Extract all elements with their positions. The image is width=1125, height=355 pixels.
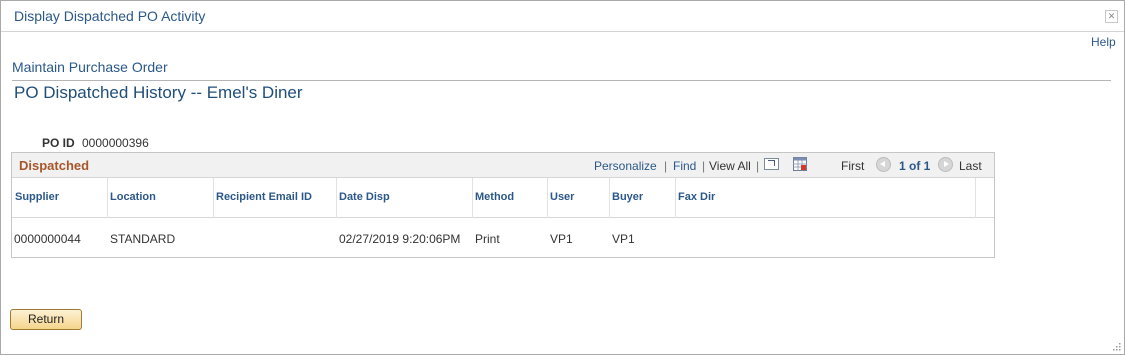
download-icon[interactable] <box>793 157 807 171</box>
close-icon[interactable]: ✕ <box>1105 10 1118 23</box>
divider <box>12 80 1111 81</box>
po-id-value: 0000000396 <box>82 136 149 150</box>
view-all-link[interactable]: View All <box>709 159 751 173</box>
col-buyer: Buyer <box>612 191 644 203</box>
title-bar: Display Dispatched PO Activity ✕ <box>1 1 1124 32</box>
cell-location: STANDARD <box>110 232 176 246</box>
grid-title: Dispatched <box>19 158 90 173</box>
grid-header: Dispatched Personalize | Find | View All… <box>12 153 994 178</box>
resize-grip-icon[interactable] <box>1113 343 1121 351</box>
find-link[interactable]: Find <box>673 159 696 173</box>
window-title: Display Dispatched PO Activity <box>14 8 206 24</box>
return-button[interactable]: Return <box>10 309 82 330</box>
col-date-disp: Date Disp <box>339 191 390 203</box>
modal-window: Display Dispatched PO Activity ✕ Help Ma… <box>0 0 1125 355</box>
help-link[interactable]: Help <box>1091 35 1116 49</box>
cell-supplier: 0000000044 <box>14 232 81 246</box>
cell-user: VP1 <box>550 232 573 246</box>
last-label[interactable]: Last <box>959 159 982 173</box>
col-fax-dir: Fax Dir <box>678 191 716 203</box>
nav-separator: | <box>664 159 668 173</box>
first-label[interactable]: First <box>841 159 864 173</box>
dispatched-grid: Dispatched Personalize | Find | View All… <box>11 152 995 258</box>
next-icon[interactable] <box>938 157 953 172</box>
col-method: Method <box>475 191 515 203</box>
cell-buyer: VP1 <box>612 232 635 246</box>
zoom-icon[interactable] <box>764 158 779 170</box>
table-row: 0000000044 STANDARD 02/27/2019 9:20:06PM… <box>12 218 994 256</box>
col-recipient-email: Recipient Email ID <box>216 191 312 203</box>
nav-separator: | <box>756 159 760 173</box>
col-user: User <box>550 191 575 203</box>
page-title: PO Dispatched History -- Emel's Diner <box>14 83 303 102</box>
prev-icon[interactable] <box>876 157 891 172</box>
nav-separator: | <box>702 159 706 173</box>
col-supplier: Supplier <box>15 191 60 203</box>
breadcrumb[interactable]: Maintain Purchase Order <box>12 59 168 75</box>
cell-method: Print <box>475 232 500 246</box>
col-location: Location <box>110 191 156 203</box>
table-header: Supplier Location Recipient Email ID Dat… <box>12 178 994 218</box>
row-range: 1 of 1 <box>899 159 931 173</box>
po-id-label: PO ID <box>42 136 75 150</box>
personalize-link[interactable]: Personalize <box>594 159 657 173</box>
cell-date-disp: 02/27/2019 9:20:06PM <box>339 232 461 246</box>
